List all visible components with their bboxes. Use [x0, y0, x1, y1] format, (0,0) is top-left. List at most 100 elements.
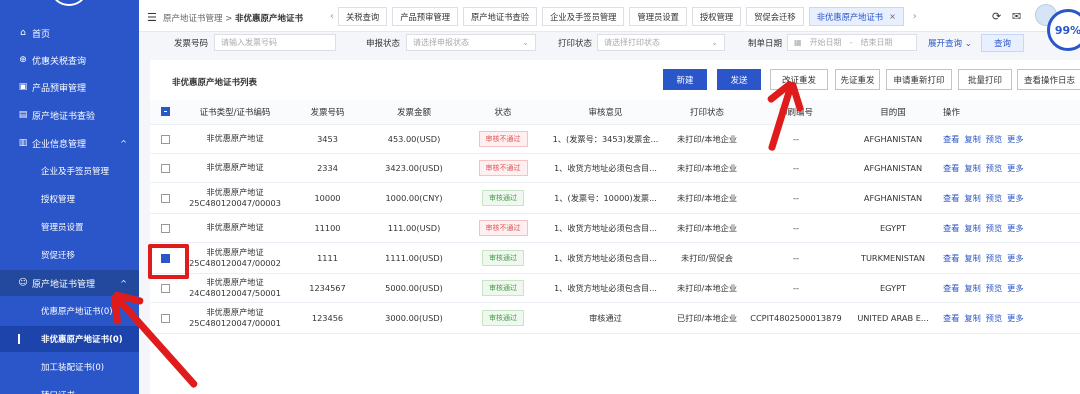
op-link[interactable]: 更多 [1007, 134, 1023, 144]
sidebar-item[interactable]: 企业及手签员管理 [0, 158, 139, 184]
action-button[interactable]: 批量打印 [958, 69, 1012, 90]
op-link[interactable]: 查看 [943, 283, 959, 293]
action-button[interactable]: 先证重发 [835, 69, 880, 90]
print-status-select[interactable]: 请选择打印状态 ⌄ [597, 34, 725, 51]
table-row[interactable]: 非优惠原产地证 24C480120047/50001 1234567 5000.00(… [150, 273, 1080, 303]
op-link[interactable]: 更多 [1007, 283, 1023, 293]
table-row[interactable]: 非优惠原产地证 25C480120047/00001 123456 3000.00(U… [150, 302, 1080, 334]
destination-country: AFGHANISTAN [846, 124, 940, 154]
tab-item[interactable]: 管理员设置 [629, 7, 687, 26]
op-link[interactable]: 预览 [986, 223, 1002, 233]
sidebar-item[interactable]: 授权管理 [0, 186, 139, 212]
tab-item[interactable]: 企业及手签员管理 [542, 7, 625, 26]
op-link[interactable]: 复制 [964, 313, 980, 323]
table-row[interactable]: 非优惠原产地证 11100 111.00(USD) 审核不通过 1、收货方地址必须包含目… [150, 213, 1080, 243]
menu-fold-icon[interactable]: ☰ [147, 11, 157, 24]
sidebar-item[interactable]: 加工装配证书(0) [0, 354, 139, 380]
op-link[interactable]: 复制 [964, 193, 980, 203]
breadcrumb-parent[interactable]: 原产地证书管理 [163, 14, 223, 24]
op-link[interactable]: 复制 [964, 163, 980, 173]
review-opinion: 审核通过 [543, 302, 668, 334]
invoice-input[interactable]: 请输入发票号码 [214, 34, 336, 51]
tab-item[interactable]: 原产地证书查验 [463, 7, 538, 26]
op-link[interactable]: 更多 [1007, 163, 1023, 173]
table-row[interactable]: 非优惠原产地证 25C480120047/00003 10000 1000.00(CN… [150, 182, 1080, 214]
tab-item[interactable]: 授权管理 [691, 7, 742, 26]
tab-item[interactable]: 产品预审管理 [392, 7, 458, 26]
sidebar-item[interactable]: 转口证书 [0, 382, 139, 394]
sidebar-item[interactable]: ▣ 产品预审管理 [0, 74, 139, 100]
action-button[interactable]: 新建 [663, 69, 707, 90]
row-checkbox[interactable] [160, 163, 170, 173]
close-icon[interactable]: × [889, 12, 896, 21]
op-link[interactable]: 查看 [943, 193, 959, 203]
row-checkbox[interactable] [160, 223, 170, 233]
table-row[interactable]: 非优惠原产地证 25C480120047/00002 1111 1111.00(USD… [150, 242, 1080, 274]
sidebar-item[interactable]: ▥ 企业信息管理 ^ [0, 130, 139, 156]
sidebar-item-label: 产品预审管理 [32, 83, 87, 94]
date-range-picker[interactable]: ▦ 开始日期 - 结束日期 [787, 34, 917, 51]
col-country: 目的国 [846, 100, 940, 125]
top-header: ☰ 原产地证书管理 > 非优惠原产地证书 ‹ 关税查询 产品预审管理 原产地证书查验… [139, 0, 1080, 51]
invoice-no: 1234567 [290, 273, 365, 303]
row-checkbox[interactable] [160, 283, 170, 293]
op-link[interactable]: 预览 [986, 313, 1002, 323]
op-link[interactable]: 查看 [943, 134, 959, 144]
row-checkbox[interactable] [160, 313, 170, 323]
cert-type: 非优惠原产地证 [206, 277, 264, 288]
table-row[interactable]: 非优惠原产地证 2334 3423.00(USD) 审核不通过 1、收货方地址必须包含目… [150, 153, 1080, 183]
tab-item[interactable]: 非优惠原产地证书 × [808, 7, 904, 26]
certificate-icon: ▤ [18, 110, 28, 120]
sidebar-item[interactable]: 贸促迁移 [0, 242, 139, 268]
tab-item[interactable]: 贸促会迁移 [746, 7, 804, 26]
print-number: -- [746, 182, 846, 214]
tab-label: 原产地证书查验 [471, 11, 530, 22]
op-link[interactable]: 预览 [986, 253, 1002, 263]
sidebar-item[interactable]: 非优惠原产地证书(0) [0, 326, 139, 352]
tab-prev-icon[interactable]: ‹ [330, 11, 334, 22]
invoice-no: 2334 [290, 153, 365, 183]
row-checkbox[interactable] [160, 193, 170, 203]
op-link[interactable]: 复制 [964, 223, 980, 233]
row-checkbox[interactable] [160, 134, 170, 144]
op-link[interactable]: 预览 [986, 163, 1002, 173]
destination-country: EGYPT [846, 213, 940, 243]
op-link[interactable]: 预览 [986, 283, 1002, 293]
tab-next-icon[interactable]: › [913, 11, 917, 22]
op-link[interactable]: 复制 [964, 253, 980, 263]
action-button[interactable]: 发送 [717, 69, 761, 90]
op-link[interactable]: 查看 [943, 253, 959, 263]
action-button[interactable]: 申请重新打印 [886, 69, 952, 90]
sidebar-item[interactable]: ⌂ 首页 [0, 20, 139, 46]
op-link[interactable]: 复制 [964, 283, 980, 293]
op-link[interactable]: 更多 [1007, 313, 1023, 323]
sidebar-item[interactable]: ⊕ 优惠关税查询 [0, 47, 139, 73]
sidebar-item[interactable]: 管理员设置 [0, 214, 139, 240]
op-link[interactable]: 更多 [1007, 223, 1023, 233]
action-button[interactable]: 查看操作日志 [1017, 69, 1080, 90]
row-ops: 查看 复制 预览 更多 [940, 153, 1080, 183]
review-opinion: 1、收货方地址必须包含目... [543, 153, 668, 183]
op-link[interactable]: 预览 [986, 134, 1002, 144]
op-link[interactable]: 查看 [943, 223, 959, 233]
tab-item[interactable]: 关税查询 [338, 7, 388, 26]
sidebar-item-label: 原产地证书查验 [32, 111, 96, 122]
op-link[interactable]: 查看 [943, 313, 959, 323]
print-status: 未打印/本地企业 [668, 273, 746, 303]
table-row[interactable]: 非优惠原产地证 3453 453.00(USD) 审核不通过 1、(发票号：3453)发… [150, 124, 1080, 154]
op-link[interactable]: 预览 [986, 193, 1002, 203]
refresh-icon[interactable]: ⟳ [992, 10, 1001, 23]
op-link[interactable]: 复制 [964, 134, 980, 144]
invoice-no: 123456 [290, 302, 365, 334]
sidebar-item[interactable]: ▤ 原产地证书查验 [0, 102, 139, 128]
expand-query-button[interactable]: 展开查询 ⌄ [928, 37, 972, 49]
op-link[interactable]: 更多 [1007, 253, 1023, 263]
op-link[interactable]: 更多 [1007, 193, 1023, 203]
select-all-checkbox[interactable] [160, 106, 170, 116]
op-link[interactable]: 查看 [943, 163, 959, 173]
cert-type: 非优惠原产地证 [206, 247, 264, 258]
query-button[interactable]: 查询 [981, 34, 1025, 52]
tab-label: 贸促会迁移 [754, 11, 796, 22]
mail-icon[interactable]: ✉ [1012, 10, 1021, 23]
apply-status-select[interactable]: 请选择申报状态 ⌄ [406, 34, 536, 51]
